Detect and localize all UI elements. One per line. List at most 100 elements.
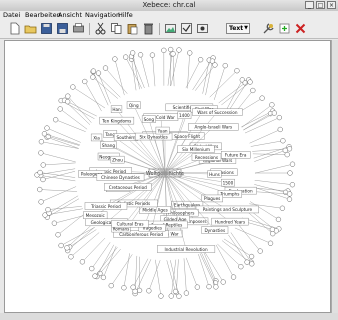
leaf-node[interactable] xyxy=(222,62,228,69)
leaf-node[interactable] xyxy=(38,139,45,145)
leaf-node[interactable] xyxy=(129,50,136,56)
leaf-node[interactable] xyxy=(37,169,43,176)
branch-node[interactable]: Ten Kingdoms xyxy=(101,118,131,123)
leaf-node[interactable] xyxy=(68,254,74,260)
branch-node[interactable]: 1500 xyxy=(223,180,234,185)
menu-navigation[interactable]: Navigation xyxy=(85,11,120,20)
leaf-node[interactable] xyxy=(57,106,63,112)
leaf-node[interactable] xyxy=(37,186,43,193)
branch-node[interactable]: Song xyxy=(144,117,155,122)
leaf-node[interactable] xyxy=(168,293,174,299)
leaf-node[interactable] xyxy=(137,52,144,58)
leaf-node[interactable] xyxy=(58,242,64,249)
branch-node[interactable]: Middle Ages xyxy=(142,208,167,213)
branch-node[interactable]: Dynasties xyxy=(204,228,225,233)
open-folder-icon[interactable] xyxy=(24,22,37,35)
branch-node[interactable]: Future Era xyxy=(225,153,247,158)
leaf-node[interactable] xyxy=(108,282,114,289)
save-as-icon[interactable] xyxy=(56,22,69,35)
leaf-node[interactable] xyxy=(213,284,219,290)
branch-node[interactable]: Chinese Dynasties xyxy=(101,175,140,180)
leaf-node[interactable] xyxy=(136,287,143,294)
leaf-node[interactable] xyxy=(176,47,182,53)
leaf-node[interactable] xyxy=(149,52,156,58)
image-icon[interactable] xyxy=(164,22,177,35)
leaf-node[interactable] xyxy=(270,231,276,237)
leaf-node[interactable] xyxy=(82,78,88,85)
leaf-node[interactable] xyxy=(64,245,70,251)
leaf-node[interactable] xyxy=(183,290,190,296)
maximize-button[interactable]: □ xyxy=(316,1,325,9)
leaf-node[interactable] xyxy=(284,151,290,158)
leaf-node[interactable] xyxy=(51,220,58,226)
leaf-node[interactable] xyxy=(40,162,46,168)
menu-datei[interactable]: Datei xyxy=(3,11,20,20)
branch-node[interactable]: 1400 xyxy=(179,113,190,118)
save-icon[interactable] xyxy=(40,22,53,35)
leaf-node[interactable] xyxy=(38,150,44,156)
leaf-node[interactable] xyxy=(44,125,50,131)
branch-node[interactable]: Yuan xyxy=(157,128,168,133)
leaf-node[interactable] xyxy=(170,51,176,57)
cut-icon[interactable] xyxy=(94,22,107,35)
leaf-node[interactable] xyxy=(212,62,218,68)
leaf-node[interactable] xyxy=(269,102,275,108)
leaf-node[interactable] xyxy=(121,285,127,291)
leaf-node[interactable] xyxy=(123,54,129,60)
branch-node[interactable]: Industrial Revolution xyxy=(165,247,208,252)
branch-node[interactable]: Anglo-Israeli Wars xyxy=(194,125,232,130)
leaf-node[interactable] xyxy=(64,99,71,105)
leaf-node[interactable] xyxy=(41,131,48,137)
leaf-node[interactable] xyxy=(70,84,76,90)
leaf-node[interactable] xyxy=(197,57,204,63)
link-icon[interactable] xyxy=(196,22,209,35)
leaf-node[interactable] xyxy=(168,46,174,53)
leaf-node[interactable] xyxy=(45,206,51,213)
leaf-node[interactable] xyxy=(279,205,286,211)
branch-node[interactable]: Qing xyxy=(129,103,139,108)
leaf-node[interactable] xyxy=(230,274,237,280)
menu-ansicht[interactable]: Ansicht xyxy=(58,11,82,20)
add-icon[interactable] xyxy=(278,22,291,35)
branch-node[interactable]: Shang xyxy=(102,143,116,148)
leaf-node[interactable] xyxy=(280,138,286,144)
leaf-node[interactable] xyxy=(90,68,97,74)
leaf-node[interactable] xyxy=(234,68,240,74)
leaf-node[interactable] xyxy=(161,47,167,54)
branch-node[interactable]: Tang xyxy=(104,132,115,137)
leaf-node[interactable] xyxy=(259,95,265,101)
branch-node[interactable]: Paintings and Sculpture xyxy=(203,207,253,212)
leaf-node[interactable] xyxy=(244,259,250,265)
leaf-node[interactable] xyxy=(146,288,152,294)
leaf-node[interactable] xyxy=(289,161,296,167)
branch-node[interactable]: Mesozoic xyxy=(86,213,106,218)
leaf-node[interactable] xyxy=(102,65,109,71)
leaf-node[interactable] xyxy=(267,240,274,246)
leaf-node[interactable] xyxy=(220,279,226,285)
leaf-node[interactable] xyxy=(250,87,256,94)
leaf-node[interactable] xyxy=(95,70,102,76)
paste-icon[interactable] xyxy=(126,22,139,35)
branch-node[interactable]: Wars of Succession xyxy=(197,110,238,115)
leaf-node[interactable] xyxy=(247,79,253,85)
vertical-scrollbar[interactable] xyxy=(331,40,338,313)
leaf-node[interactable] xyxy=(90,74,96,80)
leaf-node[interactable] xyxy=(172,288,179,295)
branch-node[interactable]: Philosophers xyxy=(168,210,195,215)
leaf-node[interactable] xyxy=(52,117,59,123)
leaf-node[interactable] xyxy=(286,191,293,197)
branch-node[interactable]: Huns xyxy=(209,172,220,177)
leaf-node[interactable] xyxy=(277,126,283,133)
leaf-node[interactable] xyxy=(289,182,296,188)
branch-node[interactable]: Cretaceous Period xyxy=(109,185,147,190)
branch-node[interactable]: Hundred Years xyxy=(215,219,245,224)
leaf-node[interactable] xyxy=(158,293,164,299)
leaf-node[interactable] xyxy=(112,56,118,62)
leaf-node[interactable] xyxy=(100,274,107,281)
leaf-node[interactable] xyxy=(79,259,86,265)
branch-node[interactable]: Six Millenium xyxy=(182,147,210,152)
leaf-node[interactable] xyxy=(275,216,282,223)
leaf-node[interactable] xyxy=(130,284,136,290)
check-icon[interactable] xyxy=(180,22,193,35)
leaf-node[interactable] xyxy=(38,199,44,205)
